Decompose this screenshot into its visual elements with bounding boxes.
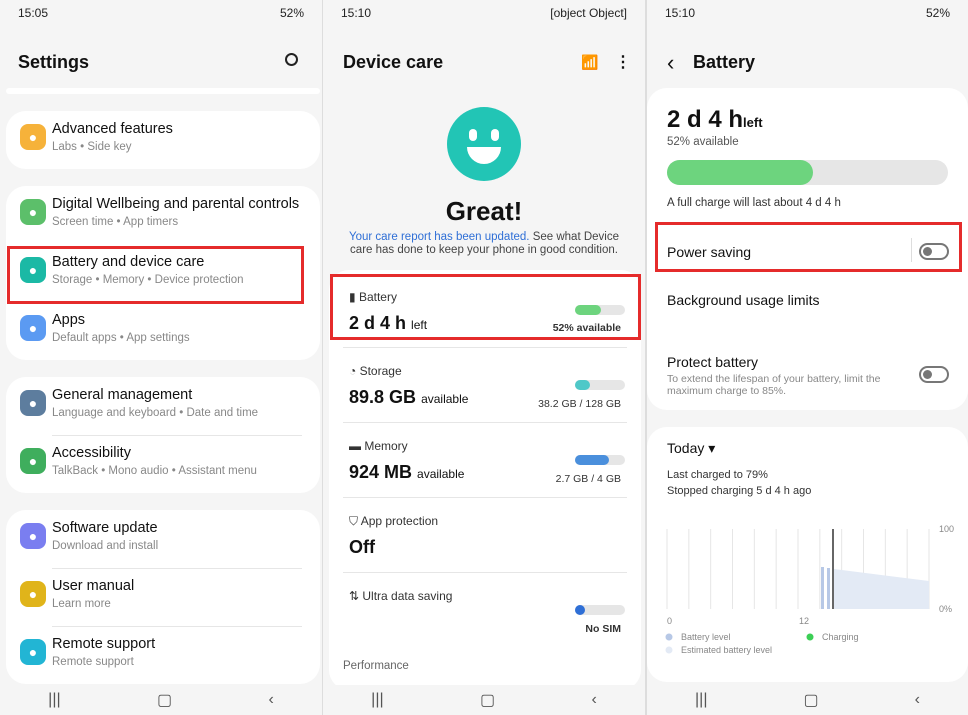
app-protection-section[interactable]: ⛉ App protection Off [329, 498, 641, 573]
background-usage-limits[interactable]: Background usage limits [667, 292, 820, 308]
settings-item-digital-wellbeing-and-parental-controls[interactable]: ● Digital Wellbeing and parental controls… [6, 186, 320, 244]
page-title: Device care [343, 52, 444, 72]
legend-label: Battery level [681, 632, 731, 642]
back-button[interactable]: ‹ [591, 691, 596, 709]
nav-bar: ||| ▢ ‹ [647, 685, 968, 715]
card: ● General management Language and keyboard… [6, 377, 320, 493]
memory-bar [575, 455, 625, 465]
nav-bar: ||| ▢ ‹ [0, 685, 322, 715]
home-button[interactable]: ▢ [803, 690, 818, 710]
section-header: Performance [343, 660, 409, 672]
highlight-box [7, 246, 304, 304]
settings-item-remote-support[interactable]: ● Remote support Remote support [6, 626, 320, 684]
card-edge [6, 88, 320, 94]
nav-bar: ||| ▢ ‹ [323, 685, 645, 715]
status-bar: 15:10 [object Object] [341, 6, 627, 20]
device-care-screen: 15:10 [object Object] Device care 📶 ⋮ Gre… [323, 0, 645, 715]
more-options-icon[interactable]: ⋮ [615, 52, 631, 72]
ultra-data-saving-section[interactable]: ⇅ Ultra data saving No SIM [329, 573, 641, 648]
legend-marker [665, 633, 673, 641]
smiley-icon [447, 107, 521, 181]
page-title: Battery [693, 52, 756, 72]
settings-item-user-manual[interactable]: ● User manual Learn more [6, 568, 320, 626]
accessibility-icon: ● [20, 448, 46, 474]
update-icon: ● [20, 523, 46, 549]
settings-item-apps[interactable]: ● Apps Default apps • App settings [6, 302, 320, 360]
status-heading: Great! [445, 196, 523, 226]
report-link[interactable]: Your care report has been updated. [349, 231, 530, 243]
memory-section[interactable]: ▬ Memory 924 MB available 2.7 GB / 4 GB [329, 423, 641, 498]
protect-battery-row[interactable]: Protect battery To extend the lifespan o… [647, 340, 968, 410]
sliders-icon: ● [20, 390, 46, 416]
settings-item-accessibility[interactable]: ● Accessibility TalkBack • Mono audio • As… [6, 435, 320, 493]
highlight-box [655, 222, 962, 272]
recents-button[interactable]: ||| [48, 691, 60, 709]
page-title: Settings [18, 52, 90, 72]
settings-item-general-management[interactable]: ● General management Language and keyboard… [6, 377, 320, 435]
estimated-area [834, 569, 929, 609]
legend-marker [665, 646, 673, 654]
recents-button[interactable]: ||| [695, 691, 707, 709]
battery-chart: 0 12 100 0% Battery level Charging Estimated b… [665, 524, 954, 655]
back-icon[interactable]: ‹ [667, 50, 674, 76]
status-bar: 15:10 52% [665, 6, 950, 20]
legend-label: Estimated battery level [681, 645, 772, 655]
y-tick-label: 0% [939, 604, 952, 614]
home-button[interactable]: ▢ [157, 690, 172, 710]
search-icon[interactable] [285, 53, 298, 66]
card: ● Advanced features Labs • Side key [6, 111, 320, 169]
settings-item-advanced-features[interactable]: ● Advanced features Labs • Side key [6, 111, 320, 169]
battery-bar [827, 568, 830, 609]
battery-level-bar [667, 160, 948, 185]
protect-battery-toggle[interactable] [919, 366, 949, 383]
recents-button[interactable]: ||| [371, 691, 383, 709]
back-button[interactable]: ‹ [268, 691, 273, 709]
settings-screen: 15:05 52% Settings ● Advanced features Labs… [0, 0, 322, 715]
status-bar: 15:05 52% [18, 6, 304, 20]
highlight-box [330, 274, 641, 340]
chart-icon[interactable]: 📶 [581, 54, 598, 71]
settings-item-software-update[interactable]: ● Software update Download and install [6, 510, 320, 568]
battery-screen: 15:10 52% ‹ Battery 2 d 4 hleft 52% avail… [647, 0, 968, 715]
back-button[interactable]: ‹ [915, 691, 920, 709]
apps-icon: ● [20, 315, 46, 341]
legend-label: Charging [822, 632, 859, 642]
report-text: Your care report has been updated. See w… [348, 231, 619, 256]
x-tick-label: 12 [799, 616, 809, 626]
legend-marker [806, 633, 814, 641]
gear-plus-icon: ● [20, 124, 46, 150]
card: ● Software update Download and install ● Use… [6, 510, 320, 684]
battery-bar [821, 567, 824, 609]
ultra-bar [575, 605, 625, 615]
period-dropdown[interactable]: Today ▾ [667, 440, 715, 457]
y-tick-label: 100 [939, 524, 954, 534]
storage-section[interactable]: ◔ Storage 89.8 GB available 38.2 GB / 12… [329, 348, 641, 423]
manual-icon: ● [20, 581, 46, 607]
home-button[interactable]: ▢ [480, 690, 495, 710]
wellbeing-icon: ● [20, 199, 46, 225]
usage-card: Today ▾ Last charged to 79% Stopped char… [647, 427, 968, 682]
x-tick-label: 0 [667, 616, 672, 626]
headset-icon: ● [20, 639, 46, 665]
storage-bar [575, 380, 625, 390]
